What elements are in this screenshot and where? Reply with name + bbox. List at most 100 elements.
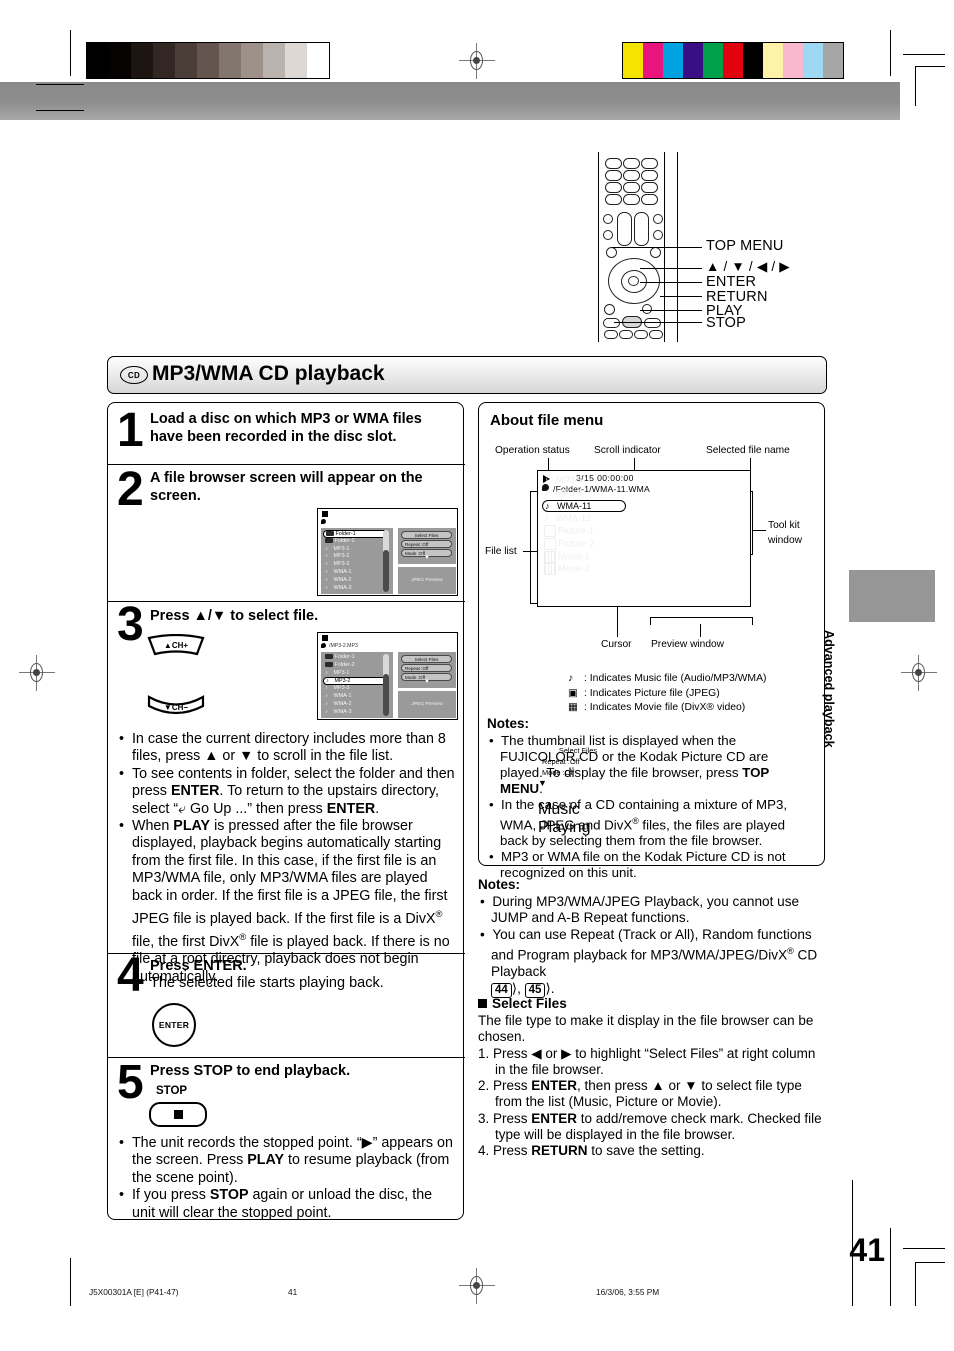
preview-window-bracket [650,617,753,625]
file-list-item[interactable]: ♪ MP3-5 [544,475,583,485]
side-tab-label: Advanced playback [822,630,836,748]
file-list-item[interactable]: Picture-1 [544,525,594,538]
step-3-number: 3 [117,598,144,651]
stop-button[interactable] [149,1102,207,1127]
select-files-heading: Select Files [492,996,567,1011]
file-list-item[interactable]: ♪ WMA-12 [544,513,591,523]
music-note-icon: ♪ [325,584,328,591]
registration-swatch [153,43,175,78]
file-list-item[interactable]: Movie-2 [544,563,590,576]
step-5-title: Press STOP to end playback. [150,1063,351,1079]
file-list-item[interactable]: Folder-1 [325,654,355,660]
about-file-menu-heading: About file menu [490,412,604,429]
file-list-area[interactable]: Folder-1 Folder-2 ♪ MP3-1 ♪ MP3-2 ♪ MP3-3 ♪ WMA-1… [321,652,393,718]
step-1-title: Load a disc on which MP3 or WMA files ha… [150,411,422,445]
music-note-icon: ♪ [544,475,549,485]
stop-indicator-icon [322,635,328,641]
registration-swatch [803,43,823,78]
callout-enter: ENTER [706,274,757,290]
svg-text:▲CH+: ▲CH+ [164,641,188,650]
callout-operation-status: Operation status [495,445,570,456]
selected-file-path: /MP3-2.MP3 [329,643,358,649]
file-list-item[interactable]: ♪ WMA-2 [325,577,351,583]
registration-swatch [783,43,803,78]
file-list-item[interactable]: Folder-1 [323,530,387,538]
note-item: You can use Repeat (Track or All), Rando… [480,927,828,998]
note-item: During MP3/WMA/JPEG Playback, you cannot… [480,894,828,927]
file-list-item[interactable]: ♪ MP3-1 [325,670,349,676]
toolkit-item[interactable]: Repeat :Off [401,664,452,672]
registration-crosshair-left [19,655,55,691]
scrollbar-thumb[interactable] [383,550,389,592]
chevron-down-icon[interactable]: ▼ [398,679,456,685]
toolkit-item[interactable]: Select Files [401,655,452,663]
file-browser-mock-step2: Folder-1 Folder-2 ♪ MP3-1 ♪ MP3-2 ♪ MP3-3 ♪ WMA-1… [317,508,458,596]
bullet-item: The unit records the stopped point. “▶” … [119,1135,457,1187]
movie-icon [544,563,556,576]
select-files-intro: The file type to make it display in the … [478,1013,814,1045]
return-button-marker [642,304,652,314]
file-list-item[interactable]: Movie-1 [544,550,590,563]
file-list-item[interactable]: ♪ MP3-6 [544,488,583,498]
music-note-icon: ♪ [325,708,328,715]
file-menu-notes: The thumbnail list is displayed when the… [489,733,814,881]
file-list-item[interactable]: ♪ MP3-2 [325,553,349,559]
trim-mark [915,66,945,67]
step-2-title: A file browser screen will appear on the… [150,470,423,504]
top-menu-button-marker [606,247,617,258]
step-3-title: Press ▲/▼ to select file. [150,608,319,624]
file-list-item[interactable]: ♪ MP3-2 [323,677,387,686]
file-list-item[interactable]: ♪ WMA-1 [325,693,351,699]
grayscale-registration-bar [86,42,330,79]
callout-arrows: ▲ / ▼ / ◀ / ▶ [706,259,790,274]
tool-kit-area[interactable]: Select Files Repeat :Off Mode :Off ▼ [398,528,456,564]
step-2-number: 2 [117,463,144,516]
file-list-item[interactable]: ♪ WMA-2 [325,701,351,707]
scrollbar-track[interactable] [538,578,548,677]
tool-kit-area[interactable]: Select Files Repeat :Off Mode :Off ▼ [398,652,456,688]
file-list-item[interactable]: ♪ MP3-3 [325,561,349,567]
registration-swatch [663,43,683,78]
registration-swatch [643,43,663,78]
file-list-item[interactable]: ♪ WMA-3 [325,585,351,591]
callout-cursor: Cursor [601,639,632,650]
cd-icon: CD [120,366,148,384]
music-note-icon: ♪ [325,693,328,699]
toolkit-item[interactable]: Repeat :Off [401,540,452,548]
file-list-item[interactable]: Folder-2 [325,538,355,544]
enter-button[interactable]: ENTER [152,1003,196,1047]
chevron-down-icon[interactable]: ▼ [398,555,456,561]
footer-doc-id: J5X00301A [E] (P41-47) [89,1287,179,1297]
file-list-item[interactable]: ♪ WMA-11 [542,500,626,513]
movie-icon: ▦ [568,702,578,713]
file-list-item[interactable]: ♪ WMA-3 [325,709,351,715]
select-files-body: The file type to make it display in the … [478,1013,828,1160]
file-list-item[interactable]: ♪ MP3-1 [325,546,349,552]
toolkit-item[interactable]: Select Files [401,531,452,539]
trim-mark [903,1248,945,1249]
music-note-icon: ♪ [325,669,328,676]
file-list-item[interactable]: Folder-2 [325,662,355,668]
select-files-step: 4. Press RETURN to save the setting. [478,1143,705,1159]
picture-icon: ▣ [568,688,578,699]
registration-swatch [743,43,763,78]
file-list-item[interactable]: ♪ MP3-3 [325,685,349,691]
ch-up-button[interactable]: ▲CH+ [147,634,205,656]
stop-indicator-icon [322,511,328,517]
callout-top-menu: TOP MENU [706,238,784,254]
picture-icon [544,538,556,550]
file-list-area[interactable]: Folder-1 Folder-2 ♪ MP3-1 ♪ MP3-2 ♪ MP3-3 ♪ WMA-1… [321,528,393,594]
legend-music: ♪: Indicates Music file (Audio/MP3/WMA) [568,673,767,684]
music-note-icon [321,519,326,524]
file-list-item[interactable]: Picture-2 [544,538,594,550]
trim-mark [70,1258,71,1306]
registration-swatch [683,43,703,78]
registration-swatch [87,43,109,78]
registration-crosshair-top [459,43,495,79]
stop-square-icon [173,1110,183,1119]
footer-page: 41 [288,1287,298,1297]
file-list-item[interactable]: ♪ WMA-1 [325,569,351,575]
ch-down-button[interactable]: ▼CH− [147,694,205,716]
callout-selected-file-name: Selected file name [706,445,790,456]
scrollbar-thumb[interactable] [383,674,389,716]
